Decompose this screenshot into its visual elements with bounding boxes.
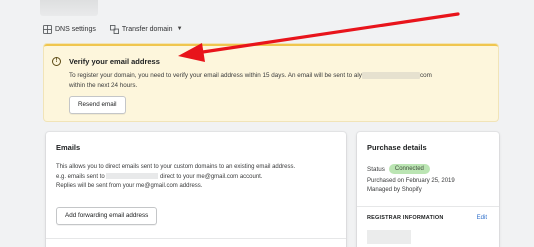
alert-circle-icon: ! xyxy=(52,57,61,66)
blurred-domain xyxy=(106,172,159,179)
dns-settings-icon xyxy=(43,24,52,34)
dns-settings-button[interactable]: DNS settings xyxy=(43,24,96,34)
chevron-down-icon: ▼ xyxy=(176,26,183,32)
blurred-header-region xyxy=(40,0,98,16)
blurred-registrar-info xyxy=(367,230,411,244)
section-divider xyxy=(357,206,499,207)
resend-email-button[interactable]: Resend email xyxy=(69,96,126,114)
transfer-icon xyxy=(109,24,119,34)
email-address-end: com xyxy=(419,72,432,79)
managed-by: Managed by Shopify xyxy=(367,187,422,193)
status-label: Status xyxy=(367,165,385,173)
emails-description: This allows you to direct emails sent to… xyxy=(56,163,341,192)
dns-settings-label: DNS settings xyxy=(55,25,96,33)
banner-message-suffix: within the next 24 hours. xyxy=(69,82,138,89)
add-forwarding-email-button[interactable]: Add forwarding email address xyxy=(56,207,158,225)
emails-line-2-prefix: e.g. emails sent to xyxy=(56,173,105,180)
emails-line-2-suffix: direct to your me@gmail.com account. xyxy=(160,173,263,180)
transfer-domain-label: Transfer domain xyxy=(121,25,173,33)
domain-settings-page: DNS settings Transfer domain ▼ ! Verify … xyxy=(0,0,534,247)
status-row: Status Connected xyxy=(367,164,430,174)
edit-registrar-link[interactable]: Edit xyxy=(477,215,487,221)
email-address-start: aly xyxy=(353,72,362,79)
status-badge: Connected xyxy=(388,164,430,174)
banner-message: To register your domain, you need to ver… xyxy=(69,71,489,91)
purchase-title: Purchase details xyxy=(367,143,427,152)
emails-line-1: This allows you to direct emails sent to… xyxy=(56,164,296,170)
banner-message-prefix: To register your domain, you need to ver… xyxy=(69,72,353,79)
emails-line-2: e.g. emails sent to direct to your me@gm… xyxy=(56,172,341,183)
emails-card: Emails This allows you to direct emails … xyxy=(46,132,346,247)
purchase-details-card: Purchase details Status Connected Purcha… xyxy=(357,132,499,247)
emails-line-3: Replies will be sent from your me@gmail.… xyxy=(56,183,203,189)
transfer-domain-button[interactable]: Transfer domain ▼ xyxy=(109,24,183,34)
emails-title: Emails xyxy=(56,143,81,152)
registrar-information-heading: REGISTRAR INFORMATION xyxy=(367,215,444,221)
banner-title: Verify your email address xyxy=(69,57,160,66)
purchase-date: Purchased on February 25, 2019 xyxy=(367,178,455,184)
blurred-email xyxy=(361,71,420,79)
section-divider xyxy=(46,238,346,239)
verify-email-banner: ! Verify your email address To register … xyxy=(44,44,498,121)
domain-toolbar: DNS settings Transfer domain ▼ xyxy=(43,21,183,37)
